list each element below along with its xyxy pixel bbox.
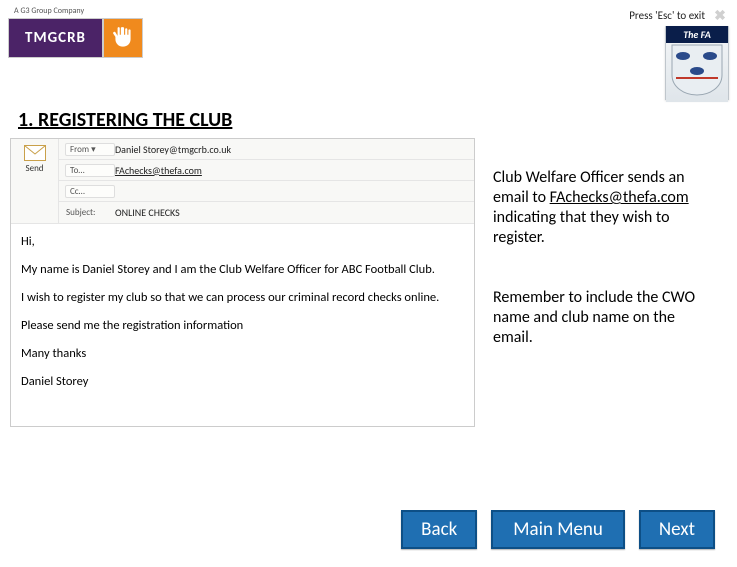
email-line: Hi,: [21, 234, 464, 249]
logo-tagline: A G3 Group Company: [14, 6, 84, 16]
main-menu-button[interactable]: Main Menu: [491, 510, 625, 549]
from-value: Daniel Storey@tmgcrb.co.uk: [115, 143, 231, 156]
send-label: Send: [25, 163, 43, 174]
subject-label: Subject:: [65, 206, 115, 219]
send-button[interactable]: Send: [11, 139, 59, 223]
fa-shield-icon: [666, 43, 728, 102]
hand-icon: [103, 18, 143, 58]
email-line: I wish to register my club so that we ca…: [21, 290, 464, 305]
cc-label[interactable]: Cc…: [65, 185, 115, 198]
email-screenshot: Send From ▾ Daniel Storey@tmgcrb.co.uk T…: [10, 138, 475, 427]
email-line: Please send me the registration informat…: [21, 318, 464, 333]
envelope-icon: [24, 145, 46, 161]
section-heading: 1. REGISTERING THE CLUB: [18, 108, 737, 132]
subject-value: ONLINE CHECKS: [115, 206, 180, 219]
exit-hint: Press 'Esc' to exit: [629, 9, 705, 22]
info-block-2: Remember to include the CWO name and clu…: [493, 288, 713, 348]
logo-group: A G3 Group Company TMGCRB: [8, 6, 143, 58]
email-body: Hi, My name is Daniel Storey and I am th…: [11, 224, 474, 426]
from-label[interactable]: From ▾: [65, 143, 115, 156]
email-line: My name is Daniel Storey and I am the Cl…: [21, 262, 464, 277]
to-label[interactable]: To…: [65, 164, 115, 177]
close-icon[interactable]: ✖: [711, 6, 729, 24]
fa-banner: The FA: [666, 26, 728, 43]
info-text: indicating that they wish to register.: [493, 208, 670, 247]
next-button[interactable]: Next: [639, 510, 715, 549]
email-line: Many thanks: [21, 346, 464, 361]
info-block-1: Club Welfare Officer sends an email to F…: [493, 168, 713, 248]
to-value: FAchecks@thefa.com: [115, 164, 202, 177]
fa-logo: The FA: [665, 26, 729, 100]
back-button[interactable]: Back: [401, 510, 477, 549]
email-line: Daniel Storey: [21, 374, 464, 389]
email-link[interactable]: FAchecks@thefa.com: [550, 188, 689, 207]
logo-tmgcrb: TMGCRB: [8, 18, 103, 58]
